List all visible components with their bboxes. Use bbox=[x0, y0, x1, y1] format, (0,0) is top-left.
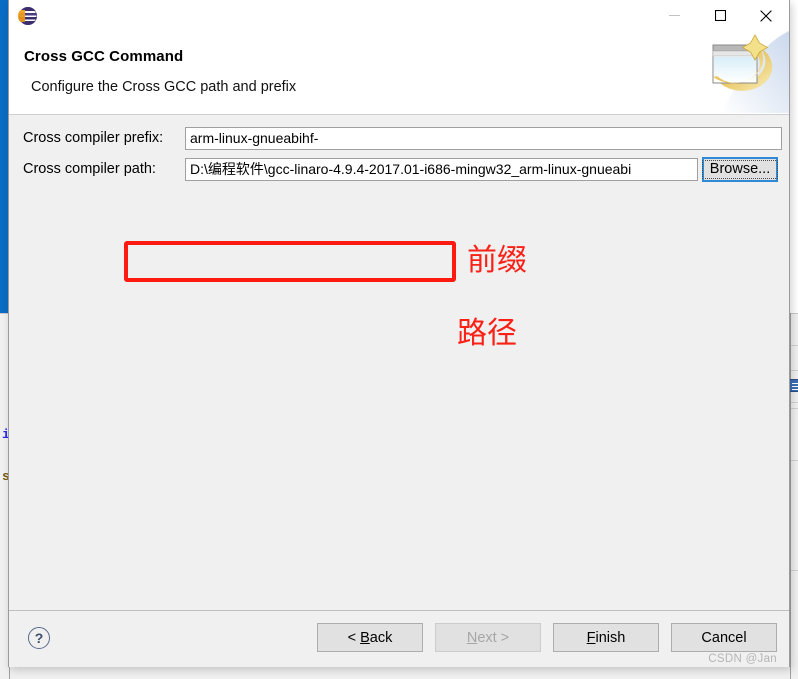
eclipse-logo-icon bbox=[18, 7, 37, 25]
window-controls bbox=[651, 0, 789, 31]
cross-compiler-prefix-input[interactable]: arm-linux-gnueabihf- bbox=[185, 126, 782, 150]
watermark: CSDN @Jan bbox=[708, 653, 777, 665]
wizard-banner-icon bbox=[699, 31, 789, 113]
minimize-button[interactable] bbox=[651, 0, 697, 31]
next-button-label: Next > bbox=[466, 629, 510, 646]
dialog-titlebar bbox=[9, 0, 789, 31]
next-button[interactable]: Next > bbox=[435, 623, 541, 652]
page-subtitle: Configure the Cross GCC path and prefix bbox=[31, 79, 297, 95]
background-vertical-rule bbox=[790, 313, 791, 679]
page-title: Cross GCC Command bbox=[24, 48, 184, 65]
maximize-button[interactable] bbox=[697, 0, 743, 31]
back-button-label: < Back bbox=[347, 629, 393, 646]
finish-button[interactable]: Finish bbox=[553, 623, 659, 652]
cancel-button-label: Cancel bbox=[701, 629, 747, 646]
cancel-button[interactable]: Cancel bbox=[671, 623, 777, 652]
cross-compiler-path-row: Cross compiler path: D:\编程软件\gcc-linaro-… bbox=[9, 156, 779, 182]
annotation-prefix-text: 前缀 bbox=[467, 244, 527, 277]
browse-button-label: Browse... bbox=[701, 159, 779, 179]
dialog-body: Cross compiler prefix: arm-linux-gnueabi… bbox=[9, 115, 789, 611]
cross-compiler-path-input[interactable]: D:\编程软件\gcc-linaro-4.9.4-2017.01-i686-mi… bbox=[185, 157, 698, 181]
cross-compiler-path-label: Cross compiler path: bbox=[23, 161, 156, 177]
help-icon[interactable]: ? bbox=[28, 627, 50, 649]
annotation-path-text: 路径 bbox=[457, 317, 517, 350]
finish-button-label: Finish bbox=[586, 629, 626, 646]
cross-compiler-prefix-row: Cross compiler prefix: arm-linux-gnueabi… bbox=[9, 125, 782, 151]
background-view-icon bbox=[789, 379, 798, 392]
browse-button[interactable]: Browse... bbox=[701, 156, 779, 182]
cross-compiler-prefix-label: Cross compiler prefix: bbox=[23, 130, 164, 146]
cross-gcc-command-dialog: Cross GCC Command Configure the Cross GC… bbox=[8, 0, 790, 667]
dialog-header: Cross GCC Command Configure the Cross GC… bbox=[9, 31, 789, 115]
annotation-highlight-box bbox=[124, 241, 456, 282]
close-button[interactable] bbox=[743, 0, 789, 31]
dialog-footer: ? < Back Next > Finish Cancel CSDN @Jan bbox=[9, 611, 789, 667]
wizard-button-row: < Back Next > Finish Cancel bbox=[317, 623, 777, 652]
back-button[interactable]: < Back bbox=[317, 623, 423, 652]
